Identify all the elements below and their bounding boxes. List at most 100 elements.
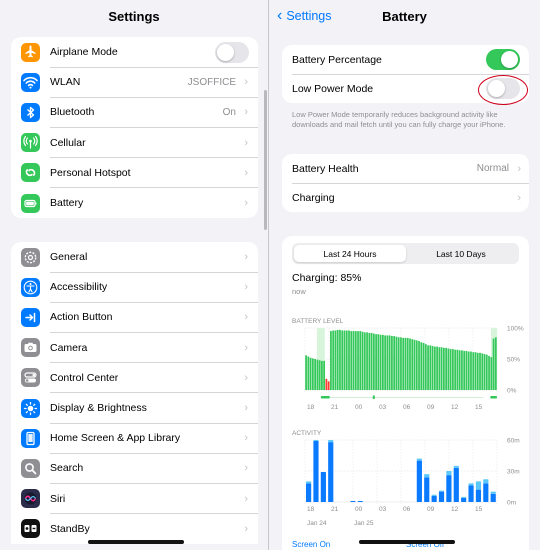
sidebar-item-label: General	[50, 251, 88, 264]
battery-bar	[445, 347, 448, 390]
chevron-right-icon: ›	[244, 311, 248, 324]
activity-date-label: Jan 25	[354, 520, 374, 527]
sidebar-item-bluetooth[interactable]: Bluetooth On ›	[11, 97, 258, 128]
sidebar-item-battery[interactable]: Battery ›	[11, 188, 258, 218]
battery-bar	[492, 338, 495, 390]
activity-bar-screen-off	[461, 496, 467, 498]
sidebar-item-cellular[interactable]: Cellular ›	[11, 128, 258, 158]
battery-bar	[447, 348, 450, 390]
charging-row[interactable]: Charging ›	[282, 183, 529, 212]
sidebar-item-personal-hotspot[interactable]: Personal Hotspot ›	[11, 158, 258, 188]
sidebar-scrollbar[interactable]	[264, 90, 267, 230]
home-indicator[interactable]	[88, 540, 184, 544]
activity-x-tick: 21	[331, 506, 339, 513]
settings-group-connectivity: Airplane Mode WLAN JSOFFICE › Bluetooth On › Ce…	[11, 37, 258, 219]
activity-bar-screen-off	[453, 465, 459, 468]
battery-bar	[485, 354, 488, 390]
activity-bar-screen-on	[306, 483, 312, 502]
battery-bar	[325, 378, 328, 390]
activity-bar-screen-off	[475, 481, 482, 490]
sidebar-item-search[interactable]: Search ›	[11, 453, 258, 484]
battery-bar	[411, 339, 414, 390]
sidebar-item-wlan[interactable]: WLAN JSOFFICE ›	[11, 67, 258, 98]
battery-bar	[323, 360, 326, 390]
activity-bar-screen-on	[438, 491, 445, 502]
activity-bar-screen-off	[306, 481, 312, 484]
sidebar-item-home-screen-app-library[interactable]: Home Screen & App Library ›	[11, 423, 258, 454]
battery-health-row[interactable]: Battery Health Normal ›	[282, 154, 529, 183]
battery-bar	[427, 345, 429, 390]
wifi-icon	[21, 72, 40, 92]
sidebar-item-airplane-mode[interactable]: Airplane Mode	[11, 37, 258, 68]
search-icon	[21, 458, 40, 478]
battery-bar	[339, 329, 341, 390]
battery-percentage-row[interactable]: Battery Percentage	[282, 45, 529, 74]
battery-bar	[327, 381, 330, 390]
sidebar-item-label: Bluetooth	[50, 106, 95, 119]
battery-bar	[391, 336, 393, 390]
home-indicator[interactable]	[359, 540, 455, 544]
sidebar-item-label: Search	[50, 462, 84, 475]
battery-charts[interactable]: BATTERY LEVEL 100% 50% 0% 18 21 00 03 06 09 12 15 AC…	[282, 236, 529, 550]
battery-bar	[343, 330, 346, 390]
sidebar-item-general[interactable]: General ›	[11, 242, 258, 273]
sidebar-item-siri[interactable]: Siri ›	[11, 484, 258, 514]
sidebar-item-control-center[interactable]: Control Center ›	[11, 363, 258, 393]
battery-bar	[442, 347, 445, 390]
link-icon	[21, 163, 40, 183]
battery-x-tick: 03	[379, 404, 387, 411]
activity-x-tick: 03	[379, 506, 387, 513]
battery-x-tick: 15	[475, 404, 483, 411]
battery-detail-pane: ‹ Settings Battery Battery Percentage Low…	[269, 0, 540, 550]
activity-bar-screen-on	[483, 483, 489, 502]
charging-label: Charging	[292, 191, 335, 204]
battery-bar	[375, 334, 377, 390]
battery-health-value: Normal	[476, 163, 509, 174]
sidebar-item-display-brightness[interactable]: Display & Brightness ›	[11, 393, 258, 424]
phone-icon	[21, 428, 40, 448]
chevron-right-icon: ›	[244, 492, 248, 505]
battery-x-tick: 18	[307, 404, 315, 411]
activity-bar-screen-on	[424, 477, 430, 502]
sidebar-item-accessibility[interactable]: Accessibility ›	[11, 272, 258, 303]
activity-bar-screen-off	[313, 440, 319, 442]
sidebar-item-action-button[interactable]: Action Button ›	[11, 302, 258, 333]
battery-bar	[314, 359, 316, 390]
activity-bar-screen-off	[438, 490, 445, 492]
airplane-mode-toggle[interactable]	[215, 41, 249, 63]
battery-bar	[481, 353, 484, 390]
chevron-right-icon: ›	[517, 191, 521, 204]
battery-icon	[21, 193, 40, 213]
sidebar-item-camera[interactable]: Camera ›	[11, 333, 258, 363]
chevron-right-icon: ›	[244, 106, 248, 119]
battery-bar	[368, 332, 371, 390]
battery-bar	[336, 329, 339, 390]
activity-title: ACTIVITY	[292, 430, 322, 437]
activity-x-tick: 06	[403, 506, 411, 513]
sidebar-item-label: Personal Hotspot	[50, 166, 131, 179]
battery-percentage-toggle[interactable]	[486, 49, 520, 70]
battery-bar	[372, 333, 375, 390]
battery-bar	[350, 331, 353, 390]
activity-x-tick: 12	[451, 506, 459, 513]
sun-icon	[21, 398, 40, 418]
battery-health-group: Battery Health Normal › Charging ›	[282, 154, 529, 212]
battery-bar	[424, 344, 427, 390]
sidebar-item-value: On	[222, 106, 236, 118]
battery-bar	[440, 347, 443, 390]
page-title: Battery	[382, 9, 427, 24]
battery-health-label: Battery Health	[292, 162, 359, 175]
battery-bar	[467, 351, 470, 390]
activity-bar-screen-on	[453, 467, 459, 502]
chevron-right-icon: ›	[244, 341, 248, 354]
charging-indicator	[372, 395, 375, 399]
sidebar-item-label: Siri	[50, 492, 66, 505]
battery-bar	[309, 357, 312, 390]
chevron-right-icon: ›	[244, 251, 248, 264]
sidebar-item-value: JSOFFICE	[187, 76, 236, 88]
battery-bar	[429, 345, 432, 390]
battery-bar	[307, 356, 310, 390]
siri-icon	[21, 489, 40, 509]
activity-bar-screen-off	[424, 474, 430, 478]
activity-x-tick: 00	[355, 506, 363, 513]
